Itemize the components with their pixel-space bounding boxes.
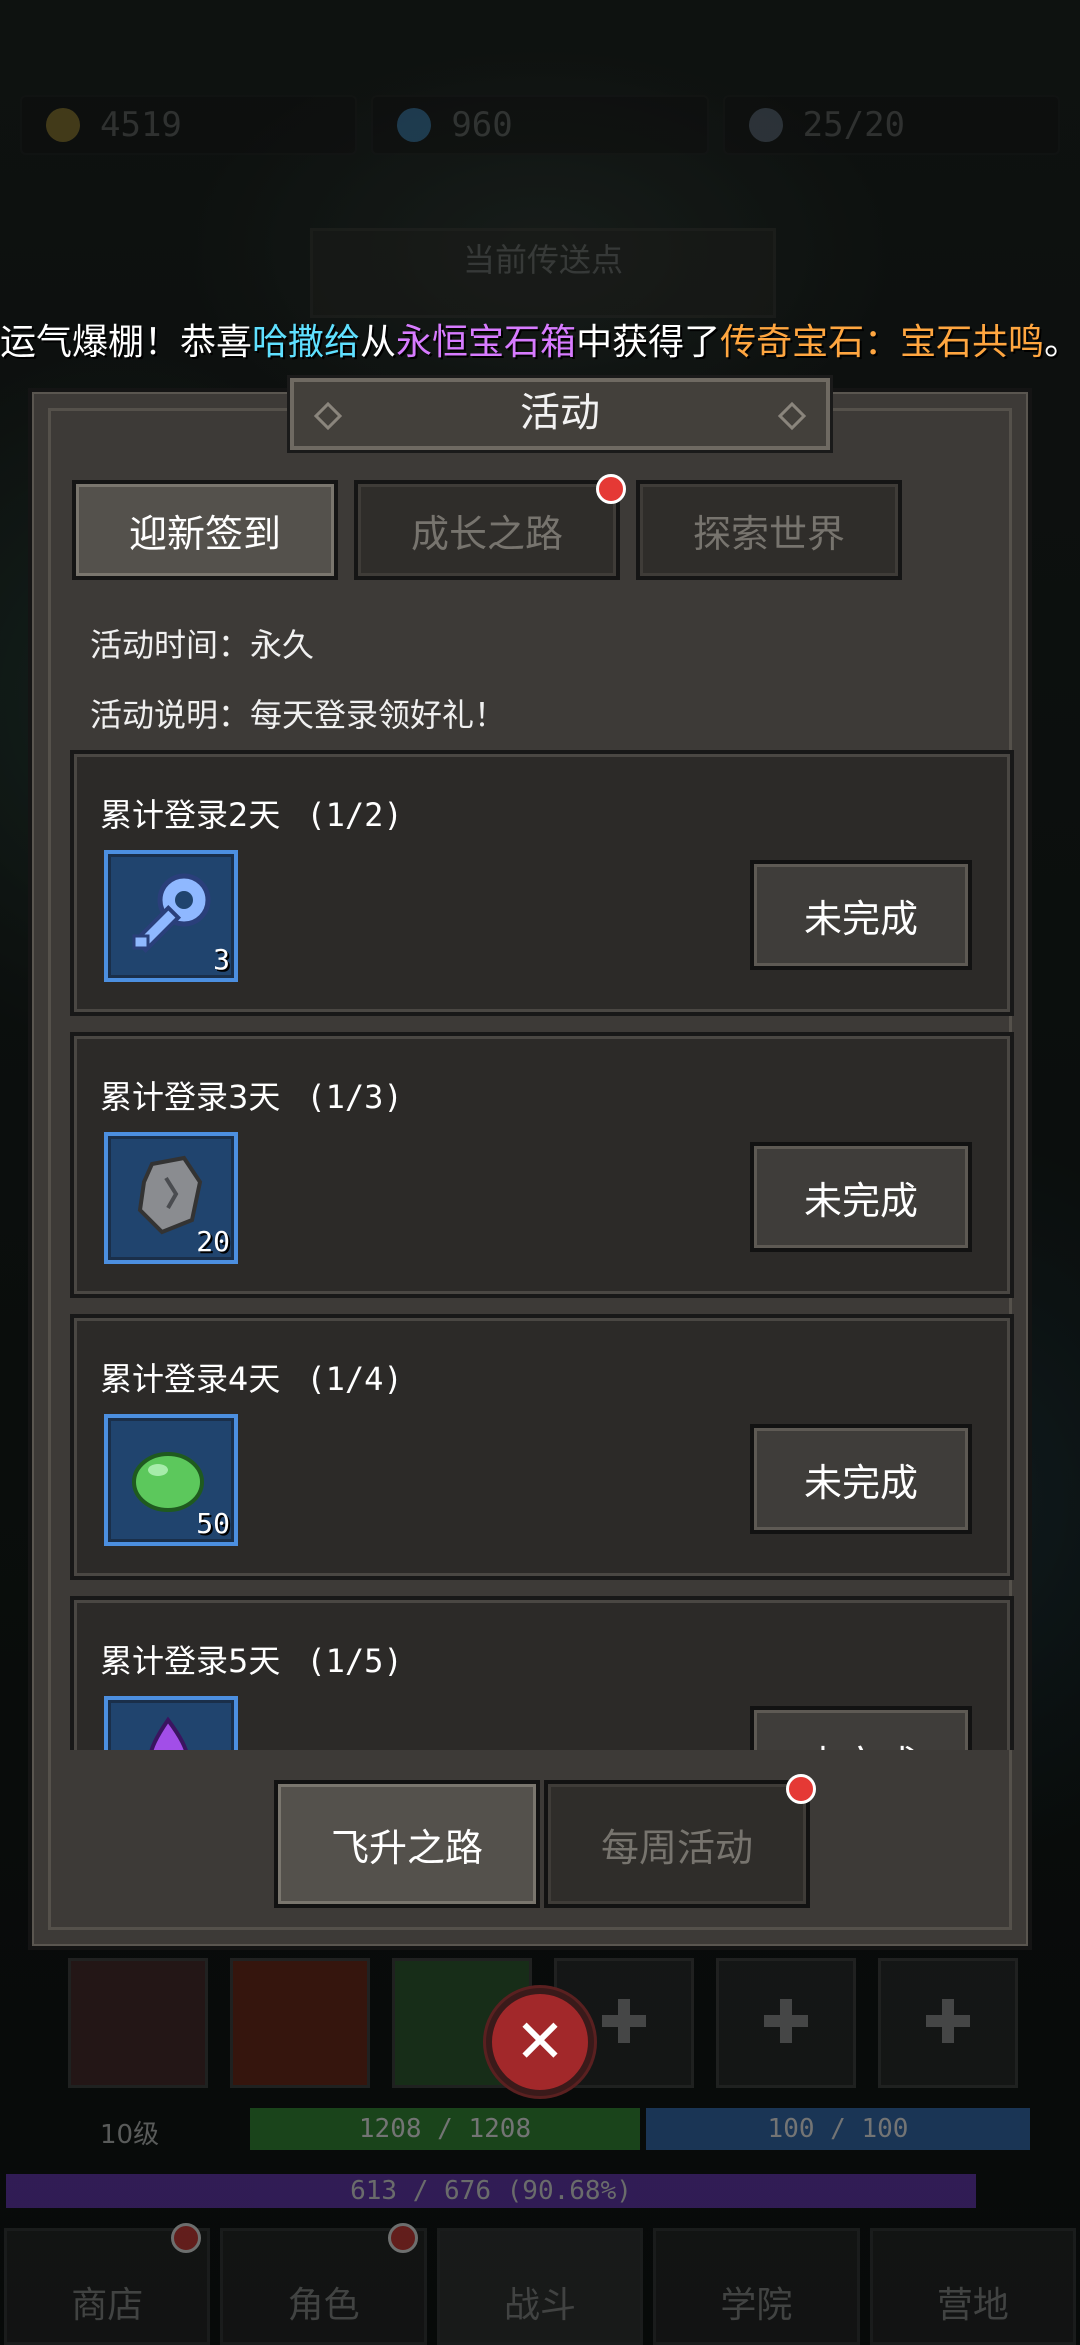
tab-explore-world[interactable]: 探索世界	[636, 480, 902, 580]
bottom-navigation: 商店 角色 战斗 学院 营地	[0, 2223, 1080, 2345]
blue-key-icon	[132, 873, 211, 954]
task-status-button[interactable]: 未完成	[750, 1142, 972, 1252]
tab-label: 迎新签到	[128, 511, 281, 556]
reward-slot[interactable]	[104, 1696, 238, 1750]
task-list[interactable]: 累计登录2天 (1/2) 3 未完成 累计登录3天 (1/3) 20 未完成 累…	[70, 750, 1014, 1750]
task-title: 累计登录2天	[100, 796, 281, 834]
task-row: 累计登录3天 (1/3) 20 未完成	[70, 1032, 1014, 1298]
tab-growth-road[interactable]: 成长之路	[354, 474, 626, 580]
marquee-got: 中获得了	[576, 322, 721, 363]
marquee-prefix: 运气爆棚！恭喜	[0, 322, 253, 363]
notification-dot-icon	[786, 1774, 816, 1804]
diamond-ornament-icon	[777, 401, 807, 431]
diamond-ornament-icon	[313, 401, 343, 431]
tab-label: 成长之路	[410, 511, 563, 556]
tab-weekly-activity[interactable]: 每周活动	[544, 1774, 816, 1908]
notification-dot-icon	[171, 2223, 202, 2253]
reward-slot[interactable]: 3	[104, 850, 238, 982]
marquee-from: 从	[360, 322, 397, 363]
task-progress: (1/2)	[306, 796, 403, 834]
reward-quantity: 20	[196, 1225, 230, 1258]
nav-label: 商店	[71, 2285, 144, 2326]
activity-panel: 活动 迎新签到 成长之路 探索世界 活动时间：永久 活动说明：每天登录领好礼！ …	[28, 378, 1032, 1950]
task-title-line: 累计登录3天 (1/3)	[100, 1072, 403, 1118]
nav-label: 战斗	[504, 2285, 577, 2326]
task-row: 累计登录4天 (1/4) 50 未完成	[70, 1314, 1014, 1580]
reward-slot[interactable]: 20	[104, 1132, 238, 1264]
nav-label: 角色	[287, 2285, 360, 2326]
purple-crystal-icon	[149, 1716, 188, 1750]
marquee-item: 传奇宝石：宝石共鸣	[720, 322, 1045, 363]
plus-icon	[764, 1999, 808, 2043]
marquee-player: 哈撒给	[252, 322, 361, 363]
reward-quantity: 3	[213, 943, 230, 976]
notification-dot-icon	[596, 474, 626, 504]
announcement-marquee: 运气爆棚！恭喜哈撒给从永恒宝石箱中获得了传奇宝石：宝石共鸣。	[0, 312, 1080, 374]
activity-tabs: 迎新签到 成长之路 探索世界	[72, 474, 902, 580]
nav-battle[interactable]: 战斗	[436, 2228, 644, 2345]
task-status-button[interactable]: 未完成	[750, 1706, 972, 1750]
task-title: 累计登录5天	[100, 1642, 281, 1680]
nav-character[interactable]: 角色	[220, 2223, 427, 2345]
marquee-source: 永恒宝石箱	[396, 322, 577, 363]
tab-label: 飞升之路	[330, 1825, 483, 1870]
activity-description: 活动说明：每天登录领好礼！	[90, 696, 507, 734]
hp-bar: 1208 / 1208	[250, 2108, 640, 2150]
panel-title-text: 活动	[520, 390, 600, 436]
nav-label: 学院	[720, 2285, 793, 2326]
tab-ascension-road[interactable]: 飞升之路	[274, 1780, 540, 1908]
task-title-line: 累计登录2天 (1/2)	[100, 790, 403, 836]
skill-slot[interactable]	[230, 1958, 370, 2088]
plus-icon	[602, 1999, 646, 2043]
task-row: 累计登录2天 (1/2) 3 未完成	[70, 750, 1014, 1016]
close-icon: ✕	[514, 2007, 566, 2077]
bottom-tabs: 飞升之路 每周活动	[274, 1774, 816, 1908]
tab-label: 探索世界	[692, 511, 845, 556]
task-status-button[interactable]: 未完成	[750, 860, 972, 970]
task-progress: (1/4)	[306, 1360, 403, 1398]
task-status-button[interactable]: 未完成	[750, 1424, 972, 1534]
skill-slot[interactable]	[68, 1958, 208, 2088]
task-title: 累计登录3天	[100, 1078, 281, 1116]
task-row: 累计登录5天 (1/5) 未完成	[70, 1596, 1014, 1750]
skill-slot-empty[interactable]	[878, 1958, 1018, 2088]
task-progress: (1/5)	[306, 1642, 403, 1680]
task-title-line: 累计登录4天 (1/4)	[100, 1354, 403, 1400]
plus-icon	[926, 1999, 970, 2043]
task-title: 累计登录4天	[100, 1360, 281, 1398]
task-title-line: 累计登录5天 (1/5)	[100, 1636, 403, 1682]
close-button[interactable]: ✕	[486, 1988, 594, 2096]
marquee-end: 。	[1044, 322, 1080, 363]
xp-bar: 613 / 676 (90.68%)	[6, 2174, 976, 2208]
nav-camp[interactable]: 营地	[869, 2228, 1077, 2345]
mp-bar: 100 / 100	[646, 2108, 1030, 2150]
reward-slot[interactable]: 50	[104, 1414, 238, 1546]
nav-academy[interactable]: 学院	[653, 2228, 860, 2345]
panel-title: 活动	[290, 378, 830, 450]
tab-welcome-signin[interactable]: 迎新签到	[72, 480, 338, 580]
task-progress: (1/3)	[306, 1078, 403, 1116]
nav-label: 营地	[936, 2285, 1009, 2326]
player-level: 10级	[100, 2120, 160, 2150]
activity-time: 活动时间：永久	[90, 626, 315, 664]
notification-dot-icon	[387, 2223, 418, 2253]
tab-label: 每周活动	[600, 1825, 753, 1870]
skill-slot-empty[interactable]	[716, 1958, 856, 2088]
nav-shop[interactable]: 商店	[4, 2223, 211, 2345]
reward-quantity: 50	[196, 1507, 230, 1540]
